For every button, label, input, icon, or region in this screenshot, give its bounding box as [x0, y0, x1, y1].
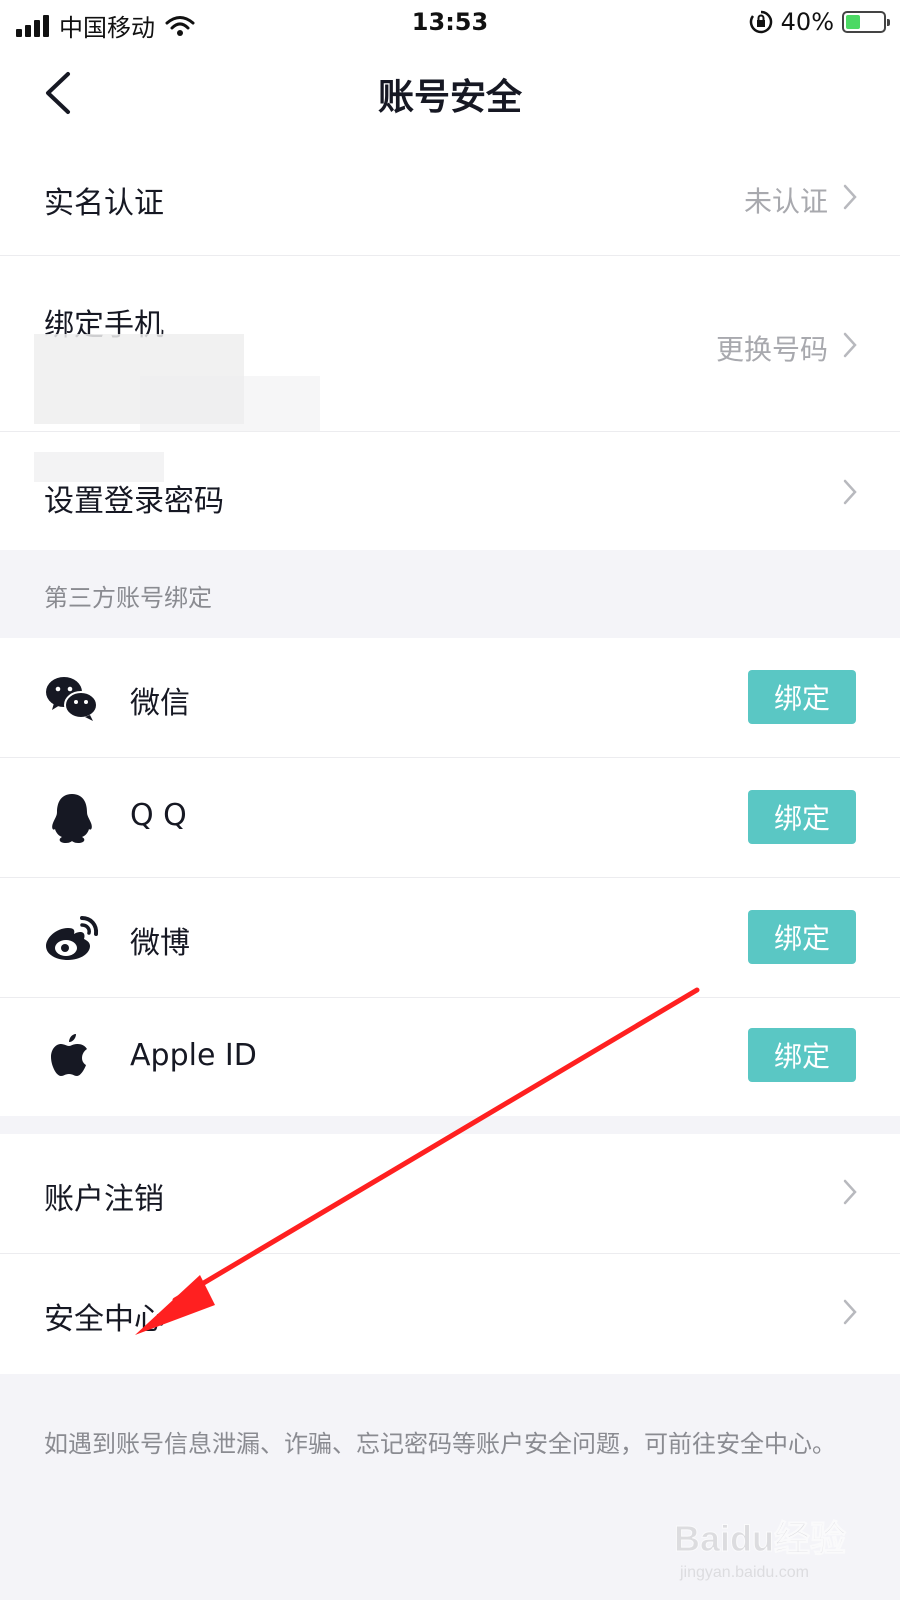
battery-charging-icon: [842, 11, 890, 33]
real-name-row[interactable]: 实名认证 未认证: [0, 138, 900, 256]
third-party-item-qq: Q Q 绑定: [0, 758, 900, 878]
third-party-item-weibo: 微博 绑定: [0, 878, 900, 998]
wechat-label: 微信: [130, 686, 190, 721]
chevron-right-icon: [843, 184, 857, 210]
weibo-label: 微博: [130, 926, 190, 961]
chevron-right-icon: [843, 479, 857, 505]
battery-percent: 40%: [780, 8, 834, 36]
third-party-item-apple: Apple ID 绑定: [0, 998, 900, 1116]
wechat-icon: [46, 677, 98, 721]
set-password-row[interactable]: 设置登录密码: [0, 432, 900, 550]
security-center-label: 安全中心: [44, 1302, 164, 1337]
chevron-right-icon: [843, 1299, 857, 1325]
svg-text:Baidu经验: Baidu经验: [674, 1518, 846, 1559]
real-name-label: 实名认证: [44, 186, 164, 221]
redacted-phone-number-shadow: [140, 376, 320, 436]
bind-wechat-button[interactable]: 绑定: [748, 670, 856, 724]
weibo-icon: [46, 916, 99, 960]
chevron-right-icon: [843, 1179, 857, 1205]
page-title: 账号安全: [377, 77, 522, 118]
baidu-jingyan-watermark-logo: Baidu经验 jingyan.baidu.com: [674, 1518, 847, 1582]
section-header-label: 第三方账号绑定: [44, 584, 212, 612]
svg-text:jingyan.baidu.com: jingyan.baidu.com: [679, 1564, 809, 1581]
bind-phone-row[interactable]: 绑定手机 更换号码: [0, 256, 900, 436]
qq-icon: [52, 794, 92, 843]
status-bar: 中国移动 13:53 40%: [0, 0, 900, 48]
real-name-status: 未认证: [743, 185, 828, 218]
orientation-lock-icon: [749, 10, 772, 34]
status-right: 40%: [749, 8, 890, 36]
bind-weibo-button[interactable]: 绑定: [748, 910, 856, 964]
cancel-account-row[interactable]: 账户注销: [0, 1134, 900, 1254]
bind-qq-button[interactable]: 绑定: [748, 790, 856, 844]
chevron-right-icon: [843, 332, 857, 358]
apple-id-label: Apple ID: [130, 1038, 257, 1073]
apple-icon: [51, 1034, 87, 1076]
bind-apple-id-button[interactable]: 绑定: [748, 1028, 856, 1082]
third-party-item-wechat: 微信 绑定: [0, 638, 900, 758]
security-footnote: 如遇到账号信息泄漏、诈骗、忘记密码等账户安全问题，可前往安全中心。: [44, 1430, 836, 1458]
nav-bar: 账号安全: [0, 48, 900, 138]
change-number-link: 更换号码: [715, 333, 828, 366]
security-center-row[interactable]: 安全中心: [0, 1254, 900, 1374]
set-password-label: 设置登录密码: [44, 484, 224, 519]
qq-label: Q Q: [130, 798, 187, 833]
third-party-section-header: 第三方账号绑定: [0, 550, 900, 638]
cancel-account-label: 账户注销: [44, 1182, 164, 1217]
battery-fill: [846, 15, 861, 29]
